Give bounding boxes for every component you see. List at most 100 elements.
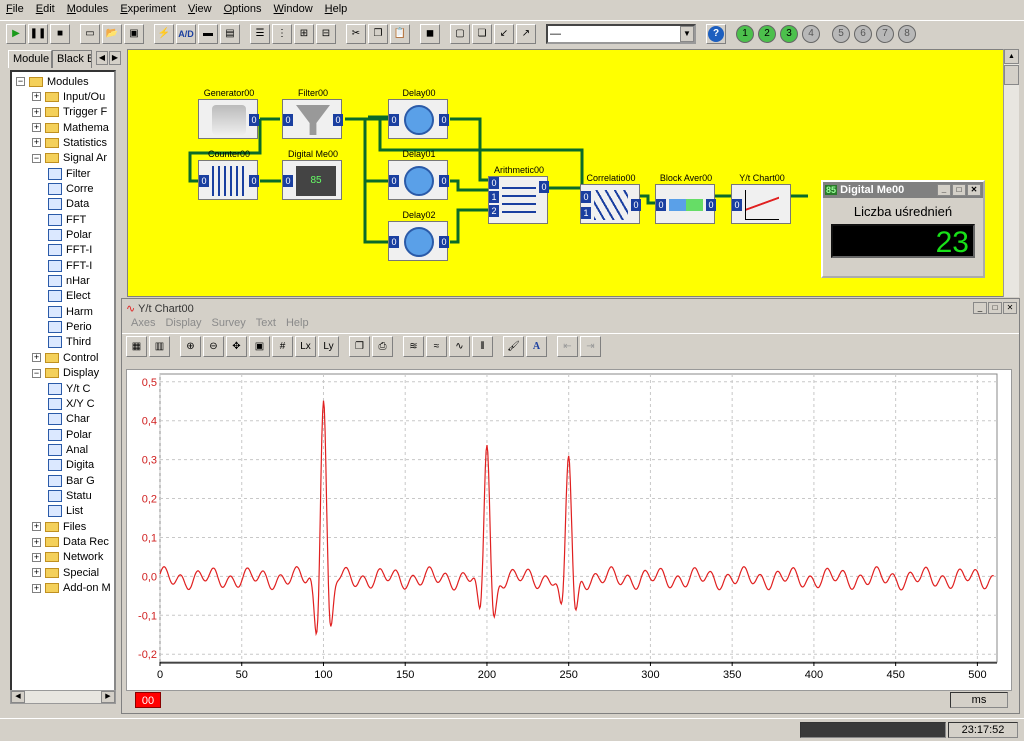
tree-item[interactable]: Perio — [48, 320, 92, 335]
forward-icon[interactable]: ⇥ — [580, 336, 601, 357]
tree-item[interactable]: Anal — [48, 442, 88, 457]
block-filter00[interactable]: Filter00 0 0 — [282, 88, 343, 139]
tab-black-box[interactable]: Black B — [52, 50, 92, 68]
tree-item[interactable]: FFT — [48, 212, 86, 227]
expand-icon[interactable]: + — [32, 552, 41, 562]
tree-item[interactable]: − Signal Ar — [32, 151, 107, 166]
tree-item[interactable]: Filter — [48, 166, 90, 181]
tree-item[interactable]: Elect — [48, 289, 90, 304]
save-icon[interactable]: ▣ — [124, 23, 144, 44]
collapse-icon[interactable]: − — [32, 153, 41, 163]
expand-icon[interactable]: + — [32, 583, 41, 593]
menu-edit[interactable]: Edit — [30, 0, 61, 18]
channel-indicator[interactable]: 00 — [135, 692, 161, 708]
close-icon[interactable]: ✕ — [1003, 302, 1017, 314]
block-yt-chart00[interactable]: Y/t Chart00 0 — [731, 173, 791, 224]
input-port[interactable]: 1 — [489, 191, 499, 203]
tree-item[interactable]: + Add-on M — [32, 581, 111, 596]
tree-item[interactable]: − Display — [32, 366, 99, 381]
output-port[interactable]: 0 — [249, 114, 259, 126]
maximize-icon[interactable]: □ — [952, 184, 966, 196]
block-digital-meter00[interactable]: Digital Me00 0 85 — [282, 149, 342, 200]
x-axis-icon[interactable]: Lx — [295, 336, 316, 357]
digital-meter-titlebar[interactable]: 85 Digital Me00 _ □ ✕ — [823, 182, 983, 198]
block-counter00[interactable]: Counter00 0 0 — [198, 149, 259, 200]
stop-button[interactable]: ■ — [50, 23, 70, 44]
tree-item[interactable]: Digita — [48, 458, 94, 473]
expand-icon[interactable]: + — [32, 568, 41, 578]
open-folder-icon[interactable]: 📂 — [102, 23, 122, 44]
y-axis-icon[interactable]: Ly — [318, 336, 339, 357]
minimize-icon[interactable]: _ — [937, 184, 951, 196]
input-port[interactable]: 0 — [489, 177, 499, 189]
menu-view[interactable]: View — [182, 0, 218, 18]
input-port[interactable]: 0 — [283, 175, 293, 187]
tree-icon[interactable]: ⋮ — [272, 23, 292, 44]
tree-item[interactable]: FFT-I — [48, 258, 92, 273]
zoom-in-icon[interactable]: ⊕ — [180, 336, 201, 357]
chart-menu-help[interactable]: Help — [281, 317, 314, 333]
restore-all-icon[interactable]: ↗ — [516, 23, 536, 44]
run-button[interactable]: ▶ — [6, 23, 26, 44]
tree-item[interactable]: Char — [48, 412, 90, 427]
tree-item[interactable]: + Statistics — [32, 135, 107, 150]
tab-module[interactable]: Module — [8, 50, 52, 68]
tree-item[interactable]: + Mathema — [32, 120, 109, 135]
chart-menu-display[interactable]: Display — [160, 317, 206, 333]
tab-scroll-right-icon[interactable]: ▶ — [109, 51, 121, 65]
scroll-left-icon[interactable]: ◀ — [11, 691, 25, 703]
chart-menu-survey[interactable]: Survey — [207, 317, 251, 333]
chart-settings-icon[interactable]: ▦ — [126, 336, 147, 357]
collapse-icon[interactable]: − — [16, 77, 25, 86]
print-icon[interactable]: ⎙ — [372, 336, 393, 357]
tree-item[interactable]: Statu — [48, 488, 92, 503]
expand-icon[interactable]: + — [32, 107, 41, 117]
minimize-all-icon[interactable]: ↙ — [494, 23, 514, 44]
input-port[interactable]: 2 — [489, 205, 499, 217]
black-box-icon[interactable]: ◼ — [420, 23, 440, 44]
layer-button-5[interactable]: 5 — [832, 24, 850, 43]
block-delay02[interactable]: Delay02 0 0 — [388, 210, 449, 261]
input-port[interactable]: 0 — [389, 114, 399, 126]
layer-button-8[interactable]: 8 — [898, 24, 916, 43]
maximize-icon[interactable]: □ — [988, 302, 1002, 314]
paste-icon[interactable]: 📋 — [390, 23, 410, 44]
output-port[interactable]: 0 — [439, 236, 449, 248]
window-icon[interactable]: ▢ — [450, 23, 470, 44]
layer-button-3[interactable]: 3 — [780, 24, 798, 43]
line-style-icon[interactable]: ≈ — [426, 336, 447, 357]
chart-titlebar[interactable]: ∿ Y/t Chart00 _ □ ✕ — [122, 299, 1019, 317]
digital-meter-window[interactable]: 85 Digital Me00 _ □ ✕ Liczba uśrednień 23 — [821, 180, 985, 278]
scroll-thumb[interactable] — [1004, 65, 1019, 85]
tree-item[interactable]: + Control — [32, 350, 98, 365]
input-port[interactable]: 0 — [199, 175, 209, 187]
workspace-vertical-scrollbar[interactable]: ▲ — [1003, 49, 1019, 297]
window-layout-icon[interactable]: ▤ — [220, 23, 240, 44]
collapse-icon[interactable]: − — [32, 368, 41, 378]
copy-icon[interactable]: ❐ — [349, 336, 370, 357]
expand-icon[interactable]: + — [32, 537, 41, 547]
save-icon[interactable]: ▣ — [249, 336, 270, 357]
input-port[interactable]: 0 — [732, 199, 742, 211]
hardware-icon[interactable]: ▬ — [198, 23, 218, 44]
tree-item[interactable]: + Data Rec — [32, 535, 109, 550]
tree-item[interactable]: List — [48, 504, 83, 519]
properties-icon[interactable]: ⊟ — [316, 23, 336, 44]
block-delay01[interactable]: Delay01 0 0 — [388, 149, 449, 200]
new-file-icon[interactable]: ▭ — [80, 23, 100, 44]
input-port[interactable]: 0 — [389, 236, 399, 248]
color-brush-icon[interactable]: 🖌 — [503, 336, 524, 357]
layer-combo[interactable]: — ▼ — [546, 23, 696, 44]
block-generator00[interactable]: Generator00 0 — [198, 88, 259, 139]
pan-icon[interactable]: ✥ — [226, 336, 247, 357]
cut-icon[interactable]: ✂ — [346, 23, 366, 44]
tree-item[interactable]: + Files — [32, 519, 86, 534]
minimize-icon[interactable]: _ — [973, 302, 987, 314]
tree-item[interactable]: X/Y C — [48, 396, 95, 411]
menu-help[interactable]: Help — [319, 0, 354, 18]
back-icon[interactable]: ⇤ — [557, 336, 578, 357]
output-port[interactable]: 0 — [249, 175, 259, 187]
scroll-right-icon[interactable]: ▶ — [101, 691, 115, 703]
layer-button-2[interactable]: 2 — [758, 24, 776, 43]
layer-button-6[interactable]: 6 — [854, 24, 872, 43]
